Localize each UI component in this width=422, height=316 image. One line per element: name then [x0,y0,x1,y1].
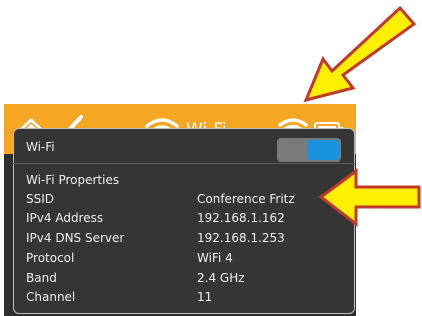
prop-label-ipv4-address: IPv4 Address [26,211,104,225]
wifi-toggle-label: Wi-Fi [26,140,55,154]
prop-value-ssid: Conference Fritz [197,192,295,206]
properties-title: Wi-Fi Properties [26,173,120,187]
prop-label-protocol: Protocol [26,251,75,265]
annotation-arrow-icon [318,168,422,230]
prop-value-ipv4-address: 192.168.1.162 [197,211,285,225]
prop-value-ipv4-dns: 192.168.1.253 [197,231,285,245]
prop-value-protocol: WiFi 4 [197,251,233,265]
prop-label-channel: Channel [26,290,76,304]
prop-value-band: 2.4 GHz [197,271,245,285]
annotation-arrow-icon [290,2,420,106]
wifi-toggle[interactable] [277,138,341,162]
prop-label-band: Band [26,271,57,285]
toggle-knob [307,140,339,160]
prop-label-ssid: SSID [26,192,55,206]
prop-value-channel: 11 [197,290,213,304]
prop-label-ipv4-dns: IPv4 DNS Server [26,231,125,245]
